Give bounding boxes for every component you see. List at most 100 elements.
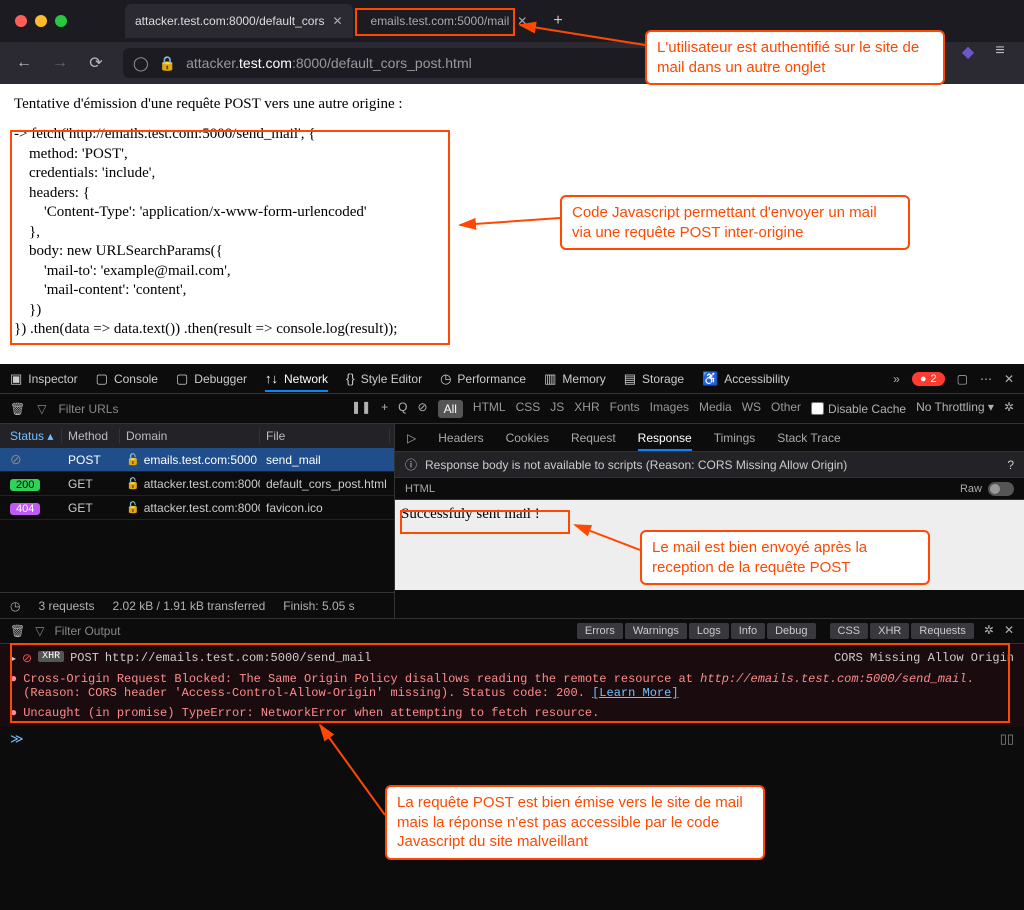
close-tab-icon[interactable]: ✕ [517,14,527,28]
throttling-select[interactable]: No Throttling ▾ [916,400,994,418]
clock-icon[interactable]: ◷ [10,599,20,613]
block-icon[interactable]: ⊘ [418,400,428,418]
tab-inspector[interactable]: ▣Inspector [10,371,78,387]
reload-icon[interactable]: ⟳ [87,53,105,73]
btn-errors[interactable]: Errors [577,623,623,639]
forward-icon[interactable]: → [51,54,69,72]
new-tab-button[interactable]: + [545,12,570,30]
tab-network[interactable]: ↑↓Network [265,371,328,392]
filter-html[interactable]: HTML [473,400,506,418]
tab-console[interactable]: ▢Console [96,371,158,387]
rtab-cookies[interactable]: Cookies [506,431,549,445]
col-file[interactable]: File [260,429,390,443]
raw-toggle[interactable] [988,482,1014,496]
filter-media[interactable]: Media [699,400,732,418]
learn-more-link[interactable]: [Learn More] [592,686,678,700]
memory-icon: ▥ [544,371,556,387]
table-row[interactable]: 404 GET 🔓attacker.test.com:8000 favicon.… [0,496,394,520]
annotation-console: La requête POST est bien émise vers le s… [385,785,765,860]
disable-cache-checkbox[interactable]: Disable Cache [811,400,906,418]
rtab-request[interactable]: Request [571,431,616,445]
filter-output-input[interactable]: Filter Output [54,624,120,638]
more-icon[interactable]: ⋯ [980,372,992,386]
devtools-tabs: ▣Inspector ▢Console ▢Debugger ↑↓Network … [0,364,1024,394]
btn-info[interactable]: Info [731,623,765,639]
pocket-icon[interactable]: ◆ [959,42,977,84]
filter-icon[interactable]: ▽ [35,624,44,638]
close-console-icon[interactable]: ✕ [1004,623,1014,639]
search-icon[interactable]: Q [398,400,407,418]
footer-requests: 3 requests [38,599,94,613]
debugger-icon: ▢ [176,371,188,387]
trash-icon[interactable]: 🗑 [10,402,25,416]
response-format-bar: HTML Raw [395,478,1024,500]
tab-style-editor[interactable]: {}Style Editor [346,371,422,386]
btn-css[interactable]: CSS [830,623,869,639]
rtab-headers[interactable]: Headers [438,431,483,445]
filter-xhr[interactable]: XHR [574,400,599,418]
rtab-timings[interactable]: Timings [714,431,756,445]
col-status[interactable]: Status ▴ [4,429,62,443]
browser-tab-inactive[interactable]: emails.test.com:5000/mail ✕ [361,4,538,38]
col-domain[interactable]: Domain [120,429,260,443]
insecure-icon: 🔓 [126,501,140,514]
table-row[interactable]: ⊘ POST 🔓emails.test.com:5000 send_mail [0,448,394,472]
filter-ws[interactable]: WS [742,400,761,418]
filter-css[interactable]: CSS [516,400,541,418]
back-icon[interactable]: ← [15,54,33,72]
btn-xhr[interactable]: XHR [870,623,909,639]
dock-icon[interactable]: ▢ [957,372,968,386]
response-info-text: Response body is not available to script… [425,458,847,472]
filter-fonts[interactable]: Fonts [610,400,640,418]
trash-icon[interactable]: 🗑 [10,624,25,638]
tab-accessibility[interactable]: ♿Accessibility [702,371,790,387]
console-output: ▸ ⊘ XHR POST http://emails.test.com:5000… [0,644,1024,727]
tab-debugger[interactable]: ▢Debugger [176,371,247,387]
menu-icon[interactable]: ≡ [991,42,1009,84]
console-toolbar: 🗑 ▽ Filter Output Errors Warnings Logs I… [0,618,1024,644]
close-devtools-icon[interactable]: ✕ [1004,372,1014,386]
tab-storage[interactable]: ▤Storage [624,371,684,387]
filter-icon[interactable]: ▽ [37,402,46,416]
a11y-icon: ♿ [702,371,718,387]
more-tabs-icon[interactable]: » [893,372,900,386]
browser-tab-active[interactable]: attacker.test.com:8000/default_cors ✕ [125,4,353,38]
tab-memory[interactable]: ▥Memory [544,371,606,387]
filter-images[interactable]: Images [650,400,689,418]
help-icon[interactable]: ? [1007,458,1014,472]
col-method[interactable]: Method [62,429,120,443]
split-icon[interactable]: ▯▯ [1000,732,1014,747]
window-controls [15,15,67,27]
settings-icon[interactable]: ✲ [984,623,994,639]
filter-urls-input[interactable]: Filter URLs [58,402,118,416]
table-row[interactable]: 200 GET 🔓attacker.test.com:8000 default_… [0,472,394,496]
error-badge[interactable]: ● 2 [912,372,945,386]
tab-performance[interactable]: ◷Performance [440,371,526,387]
expand-icon[interactable]: ▸ [10,651,16,666]
rtab-response[interactable]: Response [638,431,692,451]
add-icon[interactable]: + [381,400,388,418]
btn-warnings[interactable]: Warnings [625,623,687,639]
btn-logs[interactable]: Logs [689,623,729,639]
url-text: attacker.test.com:8000/default_cors_post… [186,55,472,71]
network-toolbar: 🗑 ▽ Filter URLs ❚❚ + Q ⊘ All HTML CSS JS… [0,394,1024,424]
gear-icon[interactable]: ✲ [1004,400,1014,418]
pause-icon[interactable]: ❚❚ [351,400,371,418]
btn-debug[interactable]: Debug [767,623,815,639]
close-window-button[interactable] [15,15,27,27]
btn-requests[interactable]: Requests [911,623,973,639]
console-prompt[interactable]: ≫ ▯▯ [0,727,1024,751]
status-badge: 404 [10,503,40,515]
annotation-code: Code Javascript permettant d'envoyer un … [560,195,910,250]
rtab-stack[interactable]: Stack Trace [777,431,840,445]
filter-other[interactable]: Other [771,400,801,418]
minimize-window-button[interactable] [35,15,47,27]
close-tab-icon[interactable]: ✕ [332,14,342,28]
console-line[interactable]: ▸ ⊘ XHR POST http://emails.test.com:5000… [10,648,1014,669]
resend-icon[interactable]: ▷ [407,431,416,445]
raw-label: Raw [960,483,982,495]
filter-js[interactable]: JS [550,400,564,418]
filter-all[interactable]: All [438,400,463,418]
console-line: ● Uncaught (in promise) TypeError: Netwo… [10,703,1014,723]
maximize-window-button[interactable] [55,15,67,27]
